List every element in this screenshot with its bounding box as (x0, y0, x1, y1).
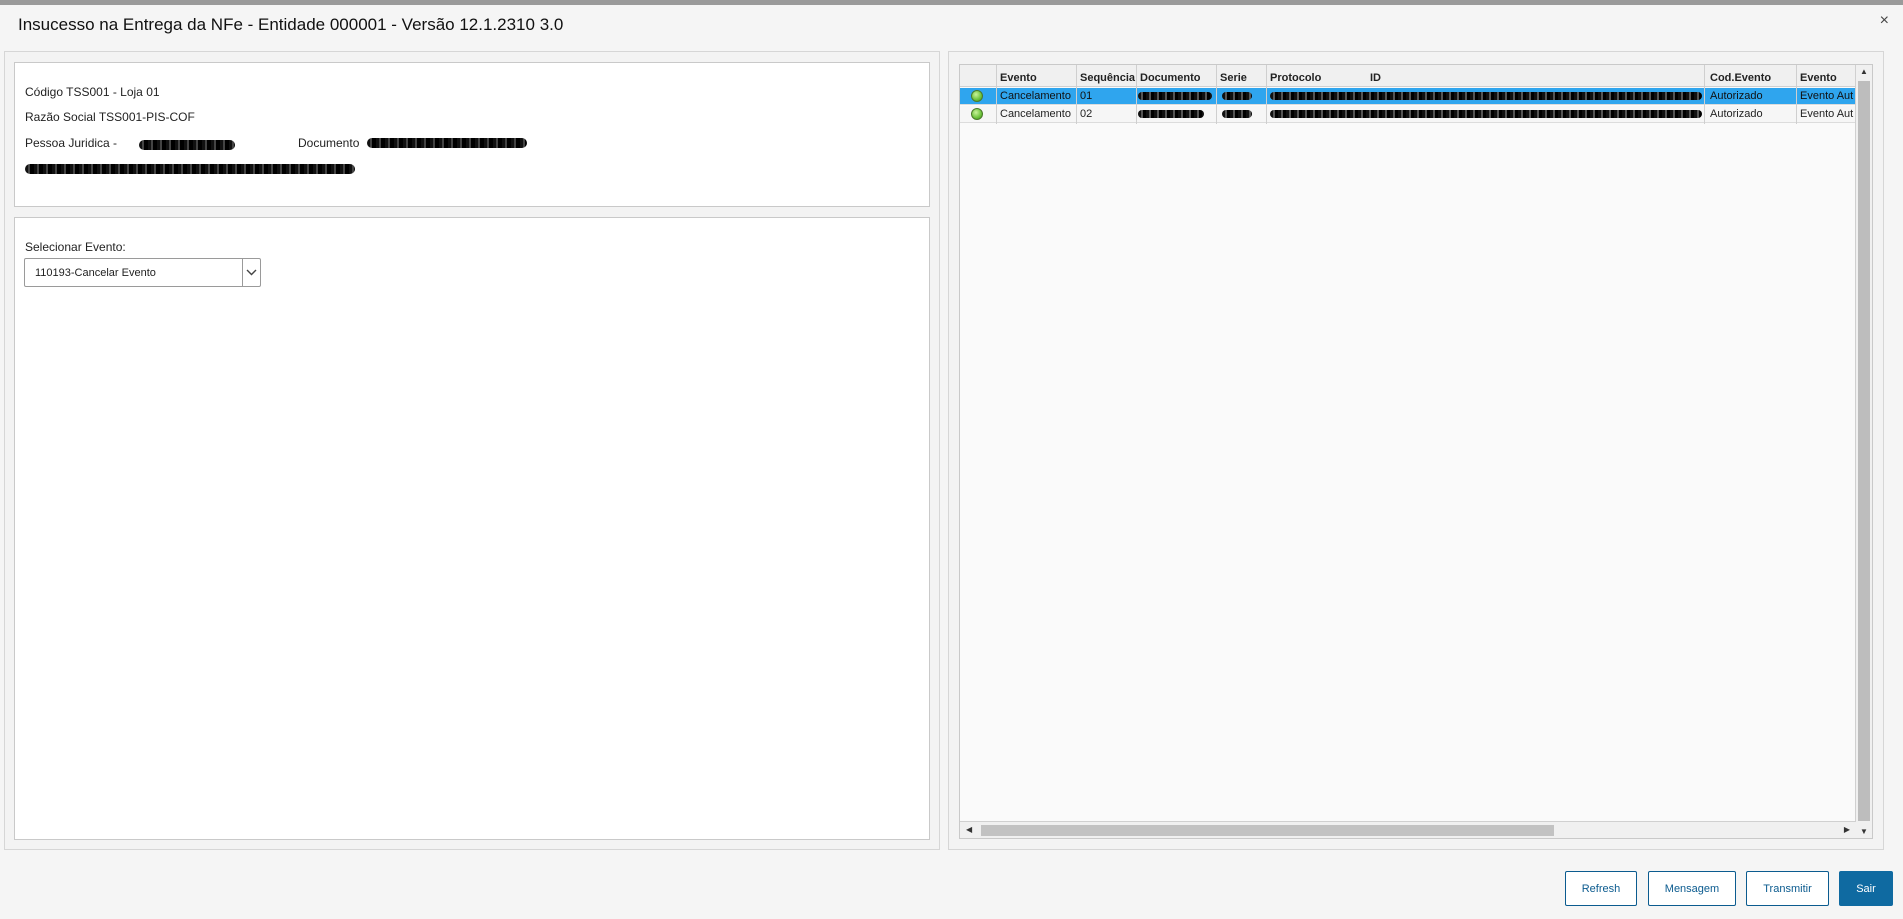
grid-header: Evento Sequência Documento Serie Protoco… (960, 65, 1856, 87)
window-top-border (0, 0, 1903, 5)
grid-divider (1136, 65, 1137, 124)
redacted-documento (367, 138, 527, 148)
vertical-scroll-thumb[interactable] (1858, 81, 1870, 821)
left-panel: Código TSS001 - Loja 01 Razão Social TSS… (4, 51, 940, 850)
chevron-down-icon[interactable] (242, 259, 260, 286)
redacted-protocol-id-cell (1270, 110, 1702, 118)
selecionar-evento-label: Selecionar Evento: (25, 240, 126, 254)
cell-evento: Cancelamento (1000, 108, 1071, 120)
scroll-left-icon[interactable]: ◀ (966, 825, 972, 834)
grid-divider (1704, 65, 1705, 124)
scroll-down-icon[interactable]: ▼ (1860, 827, 1868, 836)
status-ok-icon (971, 90, 983, 102)
cell-sequencia: 01 (1080, 90, 1093, 102)
table-row[interactable]: Cancelamento 02 Autorizado Evento Aut (960, 106, 1856, 123)
documento-text: Documento (298, 136, 360, 150)
razao-social-text: Razão Social TSS001-PIS-COF (25, 110, 195, 124)
col-serie[interactable]: Serie (1220, 72, 1247, 84)
codigo-text: Código TSS001 - Loja 01 (25, 85, 160, 99)
col-protocolo[interactable]: Protocolo (1270, 72, 1321, 84)
grid-divider (996, 65, 997, 124)
col-evento[interactable]: Evento (1000, 72, 1037, 84)
grid-divider (1266, 65, 1267, 124)
cell-evento-2: Evento Aut (1800, 108, 1854, 120)
close-icon[interactable]: × (1880, 12, 1889, 30)
cell-evento: Cancelamento (1000, 90, 1071, 102)
pessoa-juridica-text: Pessoa Juridica - (25, 136, 118, 150)
cell-sequencia: 02 (1080, 108, 1093, 120)
scroll-right-icon[interactable]: ▶ (1844, 825, 1850, 834)
col-documento[interactable]: Documento (1140, 72, 1201, 84)
sair-button[interactable]: Sair (1839, 871, 1893, 906)
redacted-documento-cell (1138, 110, 1204, 118)
col-sequencia[interactable]: Sequência (1080, 72, 1135, 84)
vertical-scrollbar[interactable]: ▲ ▼ (1855, 65, 1872, 838)
redacted-protocol-id-cell (1270, 92, 1702, 100)
refresh-button[interactable]: Refresh (1565, 871, 1637, 906)
transmitir-button[interactable]: Transmitir (1746, 871, 1829, 906)
status-ok-icon (971, 108, 983, 120)
cell-evento-2: Evento Aut (1800, 90, 1854, 102)
grid-divider (1076, 65, 1077, 124)
redacted-serie-cell (1222, 92, 1252, 100)
redacted-documento-cell (1138, 92, 1212, 100)
mensagem-button[interactable]: Mensagem (1648, 871, 1736, 906)
col-evento-2[interactable]: Evento (1800, 72, 1837, 84)
redacted-address (25, 164, 355, 174)
event-selection-box: Selecionar Evento: 110193-Cancelar Event… (14, 217, 930, 840)
horizontal-scrollbar[interactable]: ◀ ▶ (960, 821, 1856, 838)
redacted-serie-cell (1222, 110, 1252, 118)
cell-cod-evento: Autorizado (1710, 90, 1763, 102)
window-title: Insucesso na Entrega da NFe - Entidade 0… (18, 15, 564, 34)
evento-select[interactable]: 110193-Cancelar Evento (24, 258, 261, 287)
grid-divider (1796, 65, 1797, 124)
events-grid: Evento Sequência Documento Serie Protoco… (959, 64, 1873, 839)
horizontal-scroll-thumb[interactable] (981, 825, 1554, 836)
entity-info-box: Código TSS001 - Loja 01 Razão Social TSS… (14, 62, 930, 207)
scroll-up-icon[interactable]: ▲ (1860, 67, 1868, 76)
table-row[interactable]: Cancelamento 01 Autorizado Evento Aut (960, 88, 1856, 105)
col-cod-evento[interactable]: Cod.Evento (1710, 72, 1771, 84)
evento-select-value: 110193-Cancelar Evento (35, 267, 156, 279)
right-panel: Evento Sequência Documento Serie Protoco… (948, 51, 1884, 850)
redacted-cnpj (139, 140, 235, 150)
cell-cod-evento: Autorizado (1710, 108, 1763, 120)
grid-divider (1216, 65, 1217, 124)
col-id[interactable]: ID (1370, 72, 1381, 84)
